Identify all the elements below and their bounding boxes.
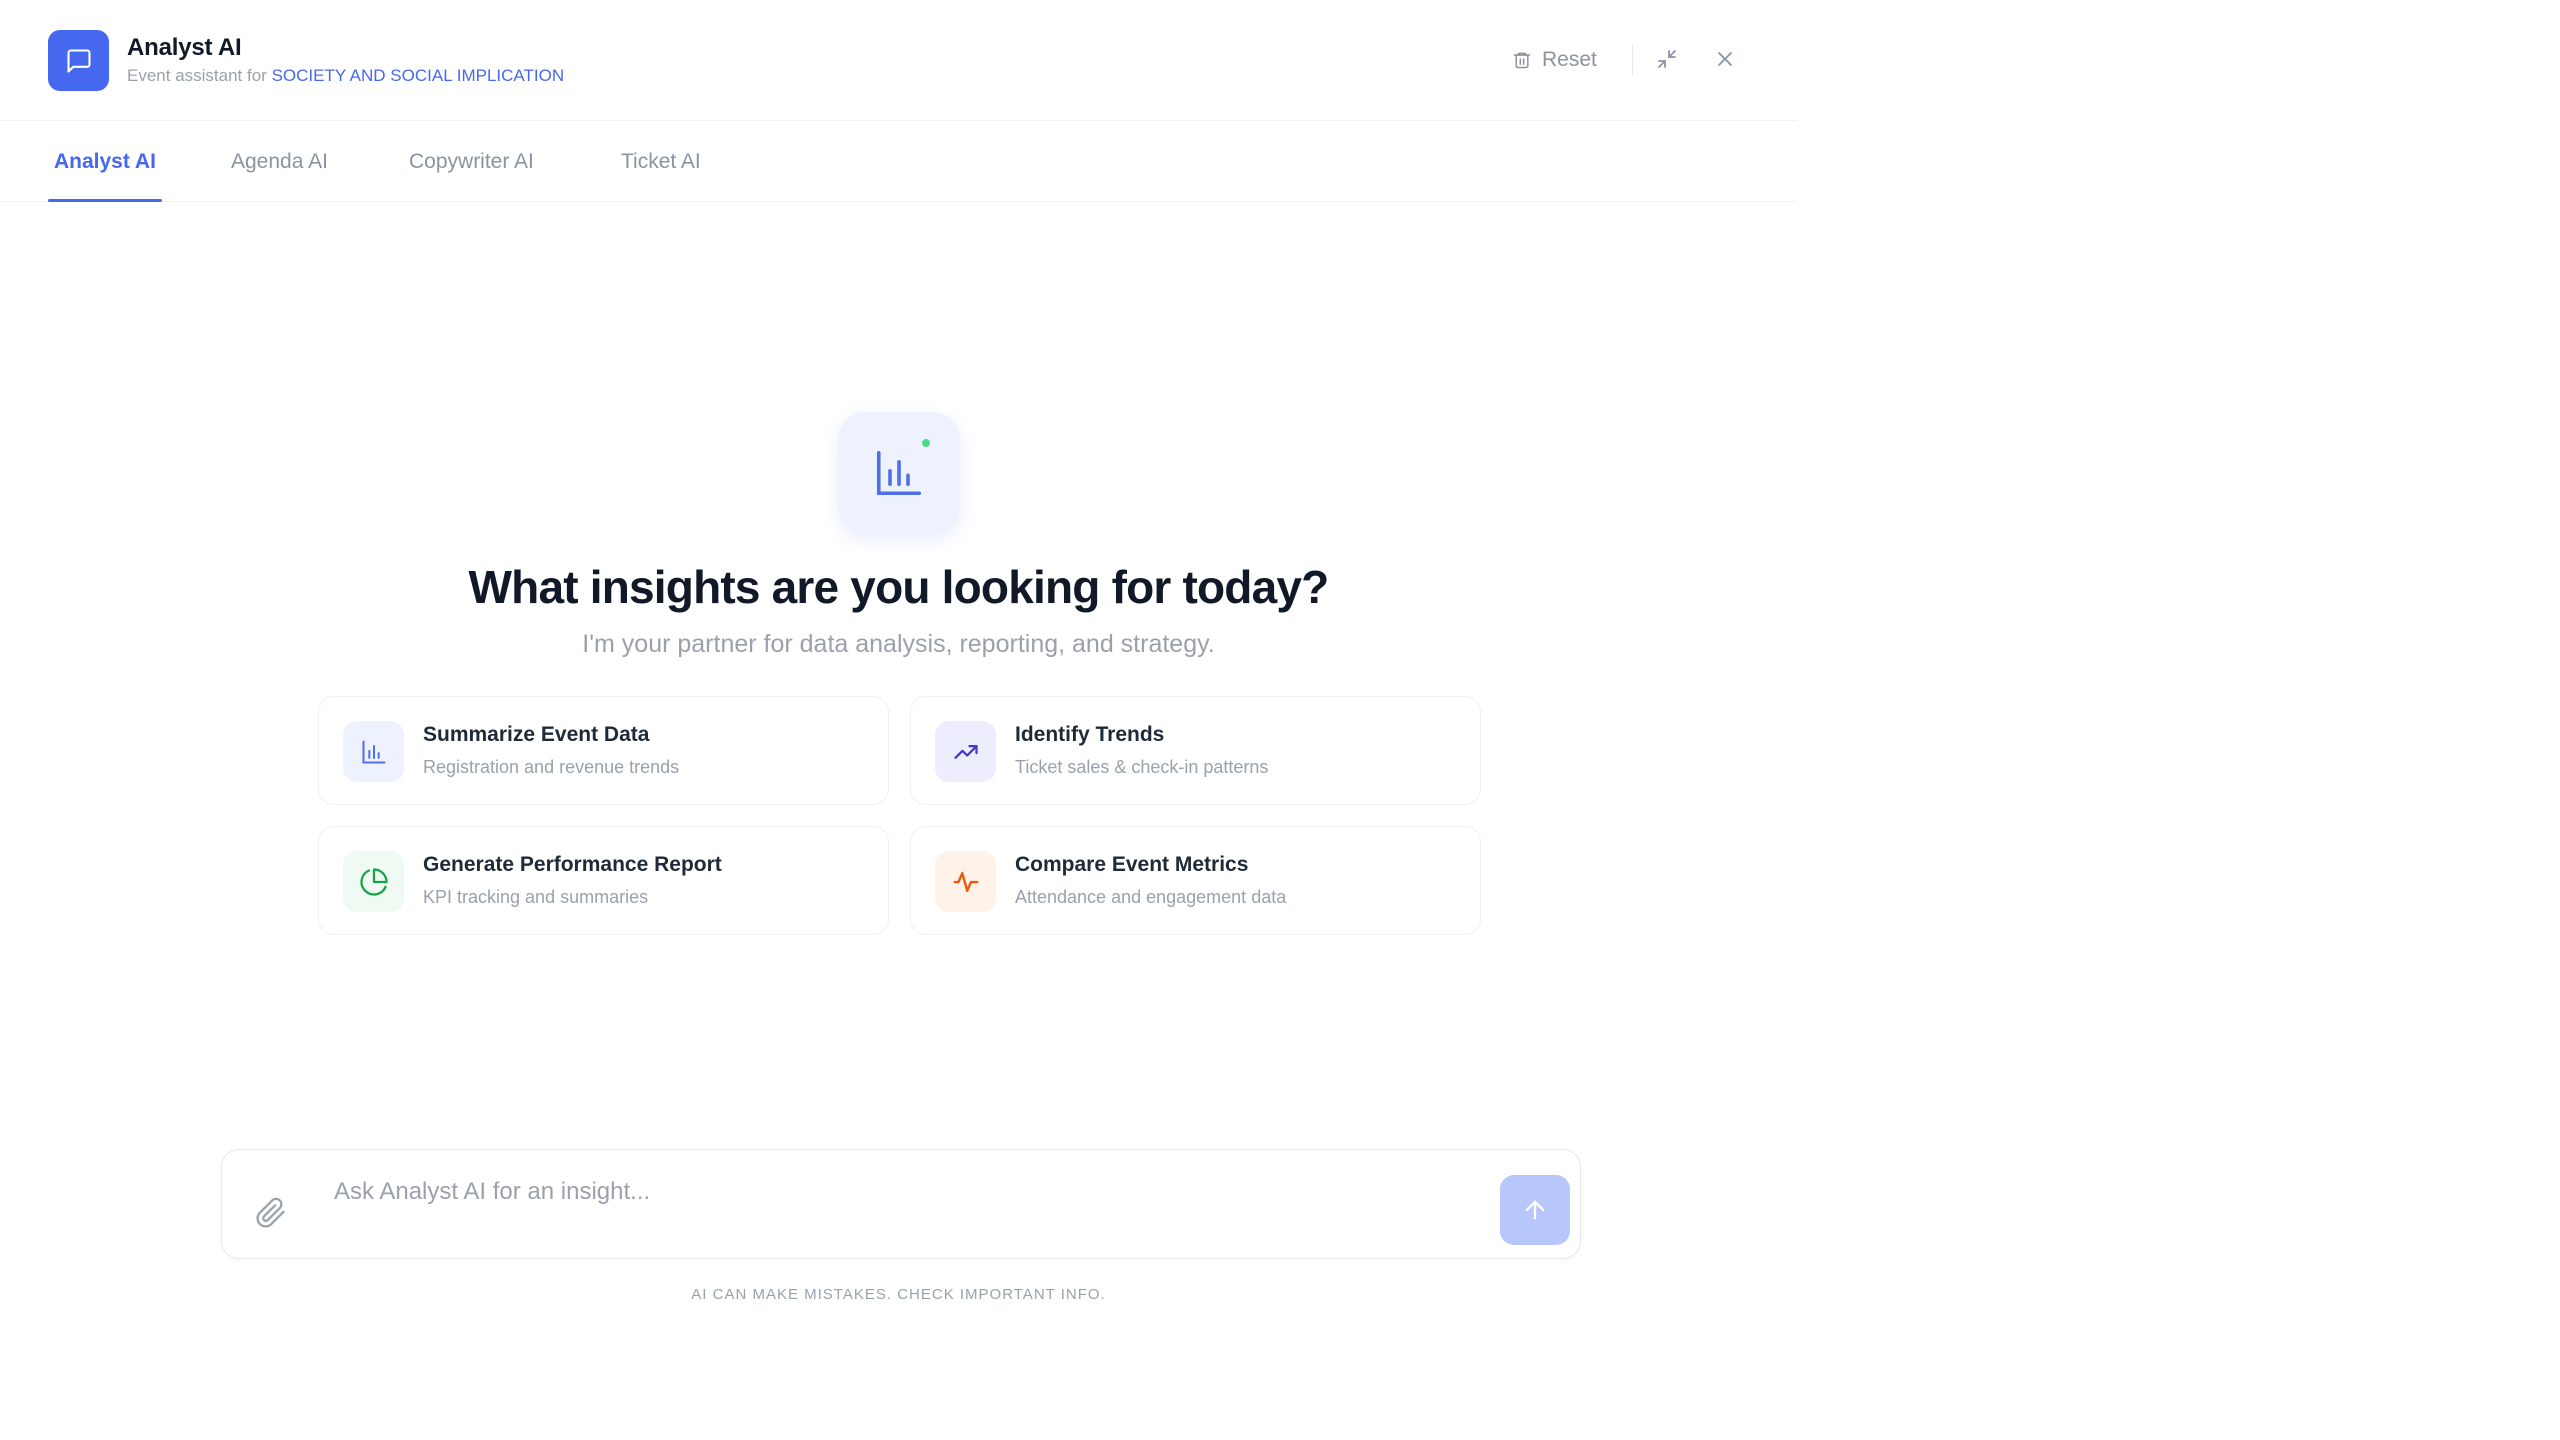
suggestion-compare-event-metrics[interactable]: Compare Event Metrics Attendance and eng… — [910, 826, 1481, 935]
tab-agenda-ai[interactable]: Agenda AI — [231, 121, 328, 202]
subtitle-prefix: Event assistant for — [127, 66, 267, 85]
pie-chart-icon — [359, 867, 388, 896]
reset-button[interactable]: Reset — [1512, 44, 1597, 76]
online-status-dot — [920, 437, 932, 449]
minimize-icon — [1658, 50, 1676, 68]
hero-title: What insights are you looking for today? — [468, 561, 1330, 613]
tab-ticket-ai[interactable]: Ticket AI — [621, 121, 701, 202]
suggestion-identify-trends[interactable]: Identify Trends Ticket sales & check-in … — [910, 696, 1481, 805]
event-name: SOCIETY AND SOCIAL IMPLICATION — [271, 66, 565, 85]
hero-icon-tile — [838, 412, 960, 534]
tab-copywriter-ai[interactable]: Copywriter AI — [409, 121, 534, 202]
activity-icon — [953, 871, 978, 892]
header-divider — [1632, 45, 1633, 75]
suggestion-icon-tile — [343, 851, 404, 912]
close-icon — [1718, 52, 1732, 66]
suggestion-generate-performance-report[interactable]: Generate Performance Report KPI tracking… — [318, 826, 889, 935]
attach-button[interactable] — [252, 1194, 290, 1232]
bar-chart-icon — [362, 740, 385, 763]
suggestion-icon-tile — [935, 721, 996, 782]
message-input[interactable] — [334, 1174, 1434, 1210]
hero-subtitle: I'm your partner for data analysis, repo… — [582, 630, 1215, 658]
minimize-button[interactable] — [1652, 44, 1682, 74]
message-composer — [221, 1149, 1581, 1259]
suggestion-icon-tile — [935, 851, 996, 912]
suggestion-description: KPI tracking and summaries — [423, 887, 649, 907]
close-button[interactable] — [1710, 44, 1740, 74]
suggestion-title: Generate Performance Report — [423, 853, 722, 876]
suggestion-title: Summarize Event Data — [423, 723, 650, 746]
chat-bubble-icon — [66, 48, 91, 73]
assistant-tabs: Analyst AI Agenda AI Copywriter AI Ticke… — [0, 121, 1797, 202]
app-subtitle: Event assistant for SOCIETY AND SOCIAL I… — [127, 66, 564, 86]
panel-header: Analyst AI Event assistant for SOCIETY A… — [0, 0, 1797, 121]
paperclip-icon — [256, 1197, 285, 1228]
app-title: Analyst AI — [127, 34, 242, 61]
trash-icon — [1513, 52, 1531, 69]
trending-up-icon — [953, 744, 978, 759]
assistant-panel: Analyst AI Event assistant for SOCIETY A… — [0, 0, 1797, 1440]
suggestion-title: Compare Event Metrics — [1015, 853, 1249, 876]
reset-label: Reset — [1542, 48, 1597, 71]
suggestion-description: Registration and revenue trends — [423, 757, 680, 777]
tab-analyst-ai[interactable]: Analyst AI — [48, 121, 162, 202]
arrow-up-icon — [1525, 1200, 1545, 1220]
app-logo — [48, 30, 109, 91]
suggestion-description: Attendance and engagement data — [1015, 887, 1287, 907]
suggestion-summarize-event-data[interactable]: Summarize Event Data Registration and re… — [318, 696, 889, 805]
suggestion-title: Identify Trends — [1015, 723, 1165, 746]
send-button[interactable] — [1500, 1175, 1570, 1245]
suggestion-icon-tile — [343, 721, 404, 782]
bar-chart-icon — [876, 450, 922, 496]
suggestion-description: Ticket sales & check-in patterns — [1015, 757, 1269, 777]
disclaimer-text: AI CAN MAKE MISTAKES. CHECK IMPORTANT IN… — [691, 1286, 1106, 1303]
